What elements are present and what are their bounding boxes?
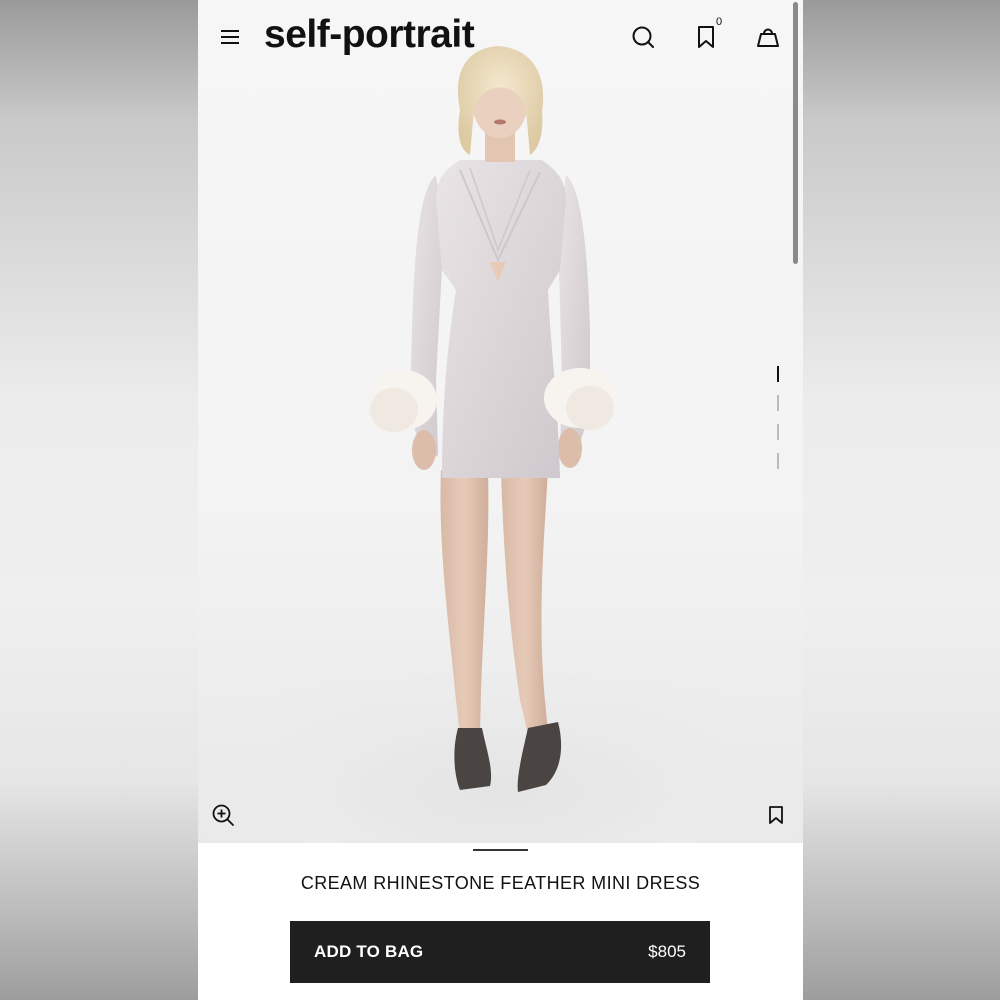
bookmark-icon[interactable] xyxy=(768,806,784,824)
gallery-indicator-segment[interactable] xyxy=(777,366,779,382)
gallery-indicator-segment[interactable] xyxy=(777,424,779,440)
product-page: self-portrait 0 CREAM RHINESTONE FEATHER… xyxy=(198,0,803,1000)
blurred-backdrop-right xyxy=(803,0,1000,1000)
brand-logo[interactable]: self-portrait xyxy=(264,12,475,58)
product-title: CREAM RHINESTONE FEATHER MINI DRESS xyxy=(300,873,701,893)
bottom-sheet-handle[interactable] xyxy=(473,849,528,851)
gallery-indicator-segment[interactable] xyxy=(777,395,779,411)
gallery-indicator-segment[interactable] xyxy=(777,453,779,469)
gallery-position-indicator[interactable] xyxy=(777,366,781,476)
search-icon[interactable] xyxy=(630,24,656,50)
product-price: $805 xyxy=(648,942,686,961)
add-to-bag-label: ADD TO BAG xyxy=(314,942,424,961)
product-image-gallery[interactable]: self-portrait 0 xyxy=(198,0,803,843)
shopping-bag-icon[interactable] xyxy=(755,24,781,50)
scrollbar[interactable] xyxy=(793,2,798,264)
site-header: self-portrait 0 xyxy=(198,0,803,72)
add-to-bag-button[interactable]: ADD TO BAG $805 xyxy=(290,921,710,983)
hamburger-menu-icon[interactable] xyxy=(221,30,239,44)
zoom-in-icon[interactable] xyxy=(211,803,235,827)
wishlist-count-badge: 0 xyxy=(716,16,723,28)
blurred-backdrop-left xyxy=(0,0,198,1000)
product-photo-model xyxy=(369,46,616,792)
